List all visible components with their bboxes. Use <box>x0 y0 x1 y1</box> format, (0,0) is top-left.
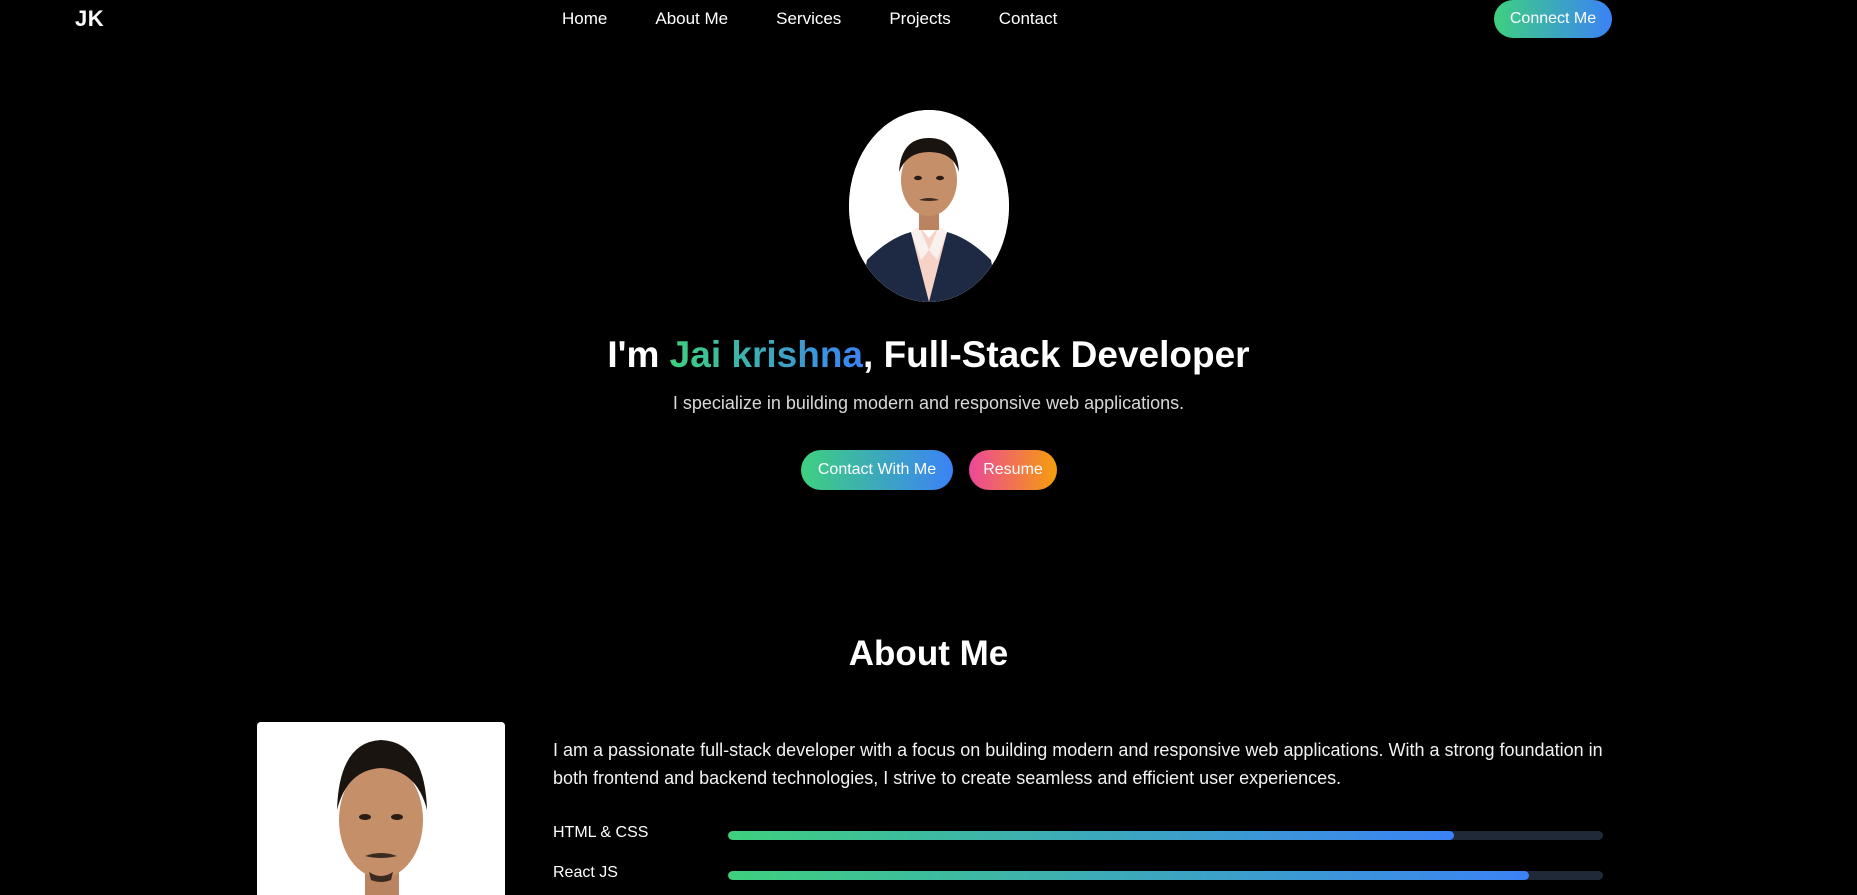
connect-me-button[interactable]: Connect Me <box>1494 0 1612 38</box>
person-portrait-image <box>849 110 1009 302</box>
logo[interactable]: JK <box>75 6 104 32</box>
skill-progress-fill <box>728 871 1529 880</box>
hero-title: I'm Jai krishna, Full-Stack Developer <box>0 334 1857 376</box>
hero-title-suffix: , Full-Stack Developer <box>863 334 1250 375</box>
nav-link-projects[interactable]: Projects <box>889 9 950 29</box>
skill-progress-fill <box>728 831 1455 840</box>
page: JK Home About Me Services Projects Conta… <box>0 0 1857 895</box>
skill-progress-track <box>728 831 1603 840</box>
navbar: JK Home About Me Services Projects Conta… <box>0 0 1857 38</box>
about-bio: I am a passionate full-stack developer w… <box>553 740 1603 788</box>
skill-label: React JS <box>553 864 618 881</box>
hero-subtitle: I specialize in building modern and resp… <box>672 393 1185 413</box>
person-portrait-image <box>257 722 505 895</box>
about-heading: About Me <box>848 634 1009 673</box>
skill-progress-track <box>728 871 1603 880</box>
about-photo <box>257 722 505 895</box>
hero-title-prefix: I'm <box>607 334 670 375</box>
skill-react-js: React JS <box>553 864 1603 884</box>
contact-with-me-button[interactable]: Contact With Me <box>801 450 953 490</box>
resume-button[interactable]: Resume <box>969 450 1057 490</box>
hero-buttons: Contact With Me Resume <box>801 450 1057 490</box>
hero-avatar <box>849 110 1009 302</box>
skill-html-css: HTML & CSS <box>553 824 1603 844</box>
hero-name: Jai krishna <box>669 334 864 375</box>
skill-label: HTML & CSS <box>553 824 649 841</box>
nav-links: Home About Me Services Projects Contact <box>562 9 1057 29</box>
nav-link-contact[interactable]: Contact <box>999 9 1058 29</box>
nav-link-services[interactable]: Services <box>776 9 841 29</box>
nav-link-about[interactable]: About Me <box>655 9 728 29</box>
nav-link-home[interactable]: Home <box>562 9 607 29</box>
